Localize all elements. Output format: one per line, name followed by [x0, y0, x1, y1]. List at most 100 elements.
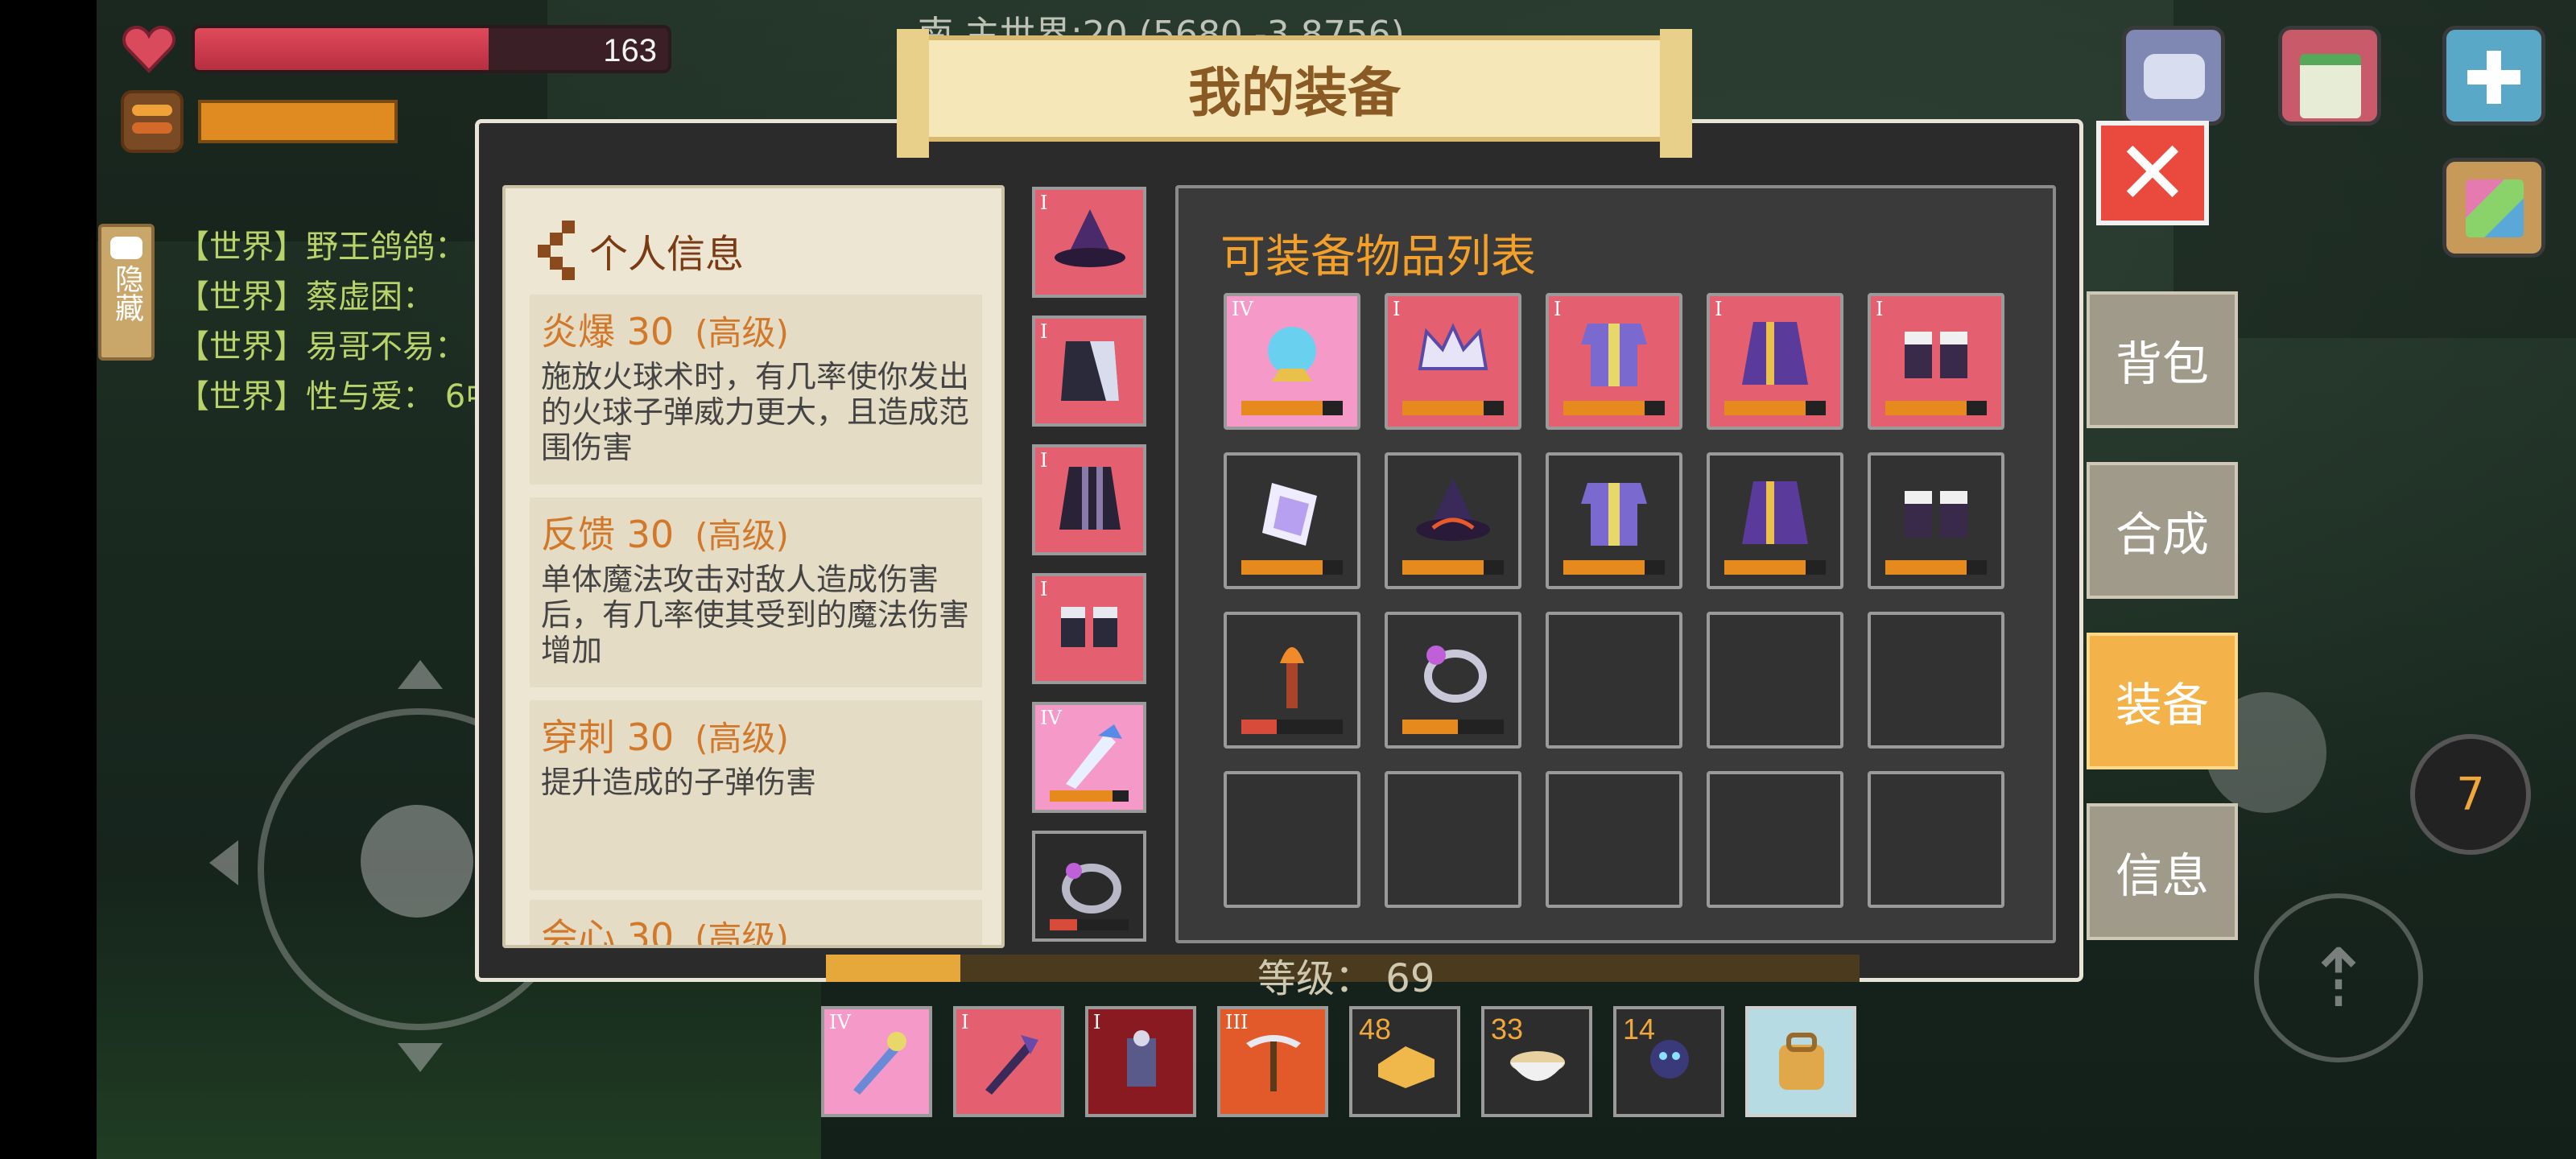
experience-bar-fill — [826, 955, 960, 982]
add-button[interactable] — [2442, 26, 2545, 126]
empty-item-cell[interactable] — [1868, 771, 2004, 908]
blocks-button[interactable] — [2442, 158, 2545, 258]
durability-bar — [1885, 560, 1987, 575]
health-value: 163 — [603, 33, 657, 68]
items-grid: IV I I I I — [1224, 293, 2004, 908]
armor-figure-icon — [1127, 1030, 1156, 1087]
chat-message: 【世界】野王鸽鸽： — [177, 229, 467, 266]
tier-badge: I — [1870, 296, 1905, 328]
empty-item-cell[interactable] — [1546, 612, 1682, 749]
item-cell[interactable]: I — [1707, 293, 1843, 430]
empty-item-cell[interactable] — [1385, 771, 1521, 908]
skill-level: (高级) — [695, 918, 789, 948]
equippable-items-panel: 可装备物品列表 IV I I I I — [1175, 185, 2056, 943]
skill-entry: 穿刺 30 (高级) 提升造成的子弹伤害 — [530, 700, 982, 890]
arrow-up-icon — [398, 660, 443, 689]
shop-button[interactable] — [2278, 26, 2381, 126]
chat-hide-button[interactable]: 隐藏 — [98, 224, 155, 361]
chat-button[interactable] — [2122, 26, 2225, 126]
jump-button[interactable]: ⇡ — [2254, 893, 2423, 1062]
tab-info[interactable]: 信息 — [2087, 803, 2238, 940]
item-cell[interactable] — [1707, 452, 1843, 589]
durability-bar — [1885, 401, 1987, 415]
hotbar-slot[interactable]: I — [1085, 1006, 1196, 1117]
cheese-icon — [1378, 1046, 1435, 1088]
skill-name: 反馈 30 — [541, 513, 675, 556]
skill-level: (高级) — [695, 719, 789, 758]
plus-icon — [2467, 51, 2520, 104]
tab-crafting[interactable]: 合成 — [2087, 462, 2238, 599]
backpack-icon — [1779, 1033, 1824, 1090]
joystick-knob[interactable] — [361, 805, 473, 918]
cooldown-counter[interactable]: 7 — [2410, 734, 2531, 855]
empty-item-cell[interactable] — [1546, 771, 1682, 908]
ring-icon — [1424, 645, 1487, 703]
skill-description: 施放火球术时，有几率使你发出的火球子弹威力更大，且造成范围伤害 — [541, 359, 970, 465]
item-cell[interactable] — [1385, 452, 1521, 589]
items-title: 可装备物品列表 — [1220, 231, 1536, 283]
hotbar-slot[interactable]: I — [953, 1006, 1064, 1117]
cubes-icon — [2466, 179, 2524, 237]
equip-slot-boots[interactable]: I — [1032, 573, 1146, 684]
item-cell[interactable] — [1224, 612, 1360, 749]
level-label: 等级： — [1257, 956, 1374, 1001]
skirt-icon — [1059, 467, 1121, 530]
equip-slot-ring[interactable] — [1032, 831, 1146, 942]
item-cell[interactable] — [1546, 452, 1682, 589]
chest-armor-icon — [1581, 483, 1647, 546]
personal-info-panel[interactable]: 个人信息 炎爆 30 (高级) 施放火球术时，有几率使你发出的火球子弹威力更大，且… — [502, 185, 1005, 948]
chat-message: 【世界】性与爱： 6中 — [177, 378, 498, 415]
crown-icon — [1418, 323, 1488, 370]
hotbar-slot[interactable]: 14 — [1613, 1006, 1724, 1117]
durability-bar — [1402, 401, 1504, 415]
durability-bar — [1050, 919, 1129, 930]
dark-staff-icon — [985, 1035, 1038, 1095]
soup-bowl-icon — [1510, 1051, 1565, 1081]
health-row: 163 — [121, 21, 671, 77]
wand-icon — [1066, 724, 1122, 789]
hotbar-slot[interactable]: IV — [821, 1006, 932, 1117]
tier-badge: I — [961, 1011, 969, 1033]
durability-bar — [1563, 560, 1665, 575]
info-title: 个人信息 — [589, 232, 745, 277]
hotbar-backpack-button[interactable] — [1745, 1006, 1856, 1117]
durability-bar — [1724, 560, 1826, 575]
skill-description: 提升造成的子弹伤害 — [541, 765, 817, 800]
info-header: 个人信息 — [538, 221, 744, 280]
skill-entry: 炎爆 30 (高级) 施放火球术时，有几率使你发出的火球子弹威力更大，且造成范围伤… — [530, 295, 982, 485]
item-cell[interactable] — [1385, 612, 1521, 749]
pickaxe-icon — [1246, 1035, 1301, 1091]
wizard-hat-icon — [1055, 209, 1125, 267]
hotbar-slot[interactable]: 33 — [1481, 1006, 1592, 1117]
staff-icon — [853, 1032, 906, 1095]
item-cell[interactable]: I — [1385, 293, 1521, 430]
tier-badge: I — [1093, 1011, 1101, 1033]
crystal-orb-icon — [1268, 327, 1316, 382]
hotbar-slot[interactable]: III — [1217, 1006, 1328, 1117]
hotbar-slot[interactable]: 48 — [1349, 1006, 1460, 1117]
close-button[interactable]: ✕ — [2096, 121, 2209, 225]
equip-slot-weapon[interactable]: IV — [1032, 702, 1146, 813]
dialog-title: 我的装备 — [1188, 62, 1401, 124]
item-cell[interactable]: I — [1868, 293, 2004, 430]
screen-edge-bar — [0, 0, 97, 1159]
empty-item-cell[interactable] — [1868, 612, 2004, 749]
tab-equipment[interactable]: 装备 — [2087, 633, 2238, 769]
skill-entry: 会心 30 (高级) — [530, 900, 982, 948]
equip-slot-skirt[interactable]: I — [1032, 444, 1146, 555]
item-cell[interactable] — [1224, 452, 1360, 589]
health-bar: 163 — [192, 25, 671, 73]
tab-backpack[interactable]: 背包 — [2087, 291, 2238, 428]
skill-name: 炎爆 30 — [541, 310, 675, 353]
equip-slot-robe[interactable]: I — [1032, 316, 1146, 427]
arrow-down-icon — [398, 1043, 443, 1072]
item-cell[interactable]: I — [1546, 293, 1682, 430]
chest-armor-icon — [1581, 324, 1647, 386]
durability-bar — [1050, 790, 1129, 802]
item-cell[interactable]: IV — [1224, 293, 1360, 430]
empty-item-cell[interactable] — [1707, 612, 1843, 749]
equip-slot-hat[interactable]: I — [1032, 187, 1146, 298]
empty-item-cell[interactable] — [1707, 771, 1843, 908]
item-cell[interactable] — [1868, 452, 2004, 589]
empty-item-cell[interactable] — [1224, 771, 1360, 908]
